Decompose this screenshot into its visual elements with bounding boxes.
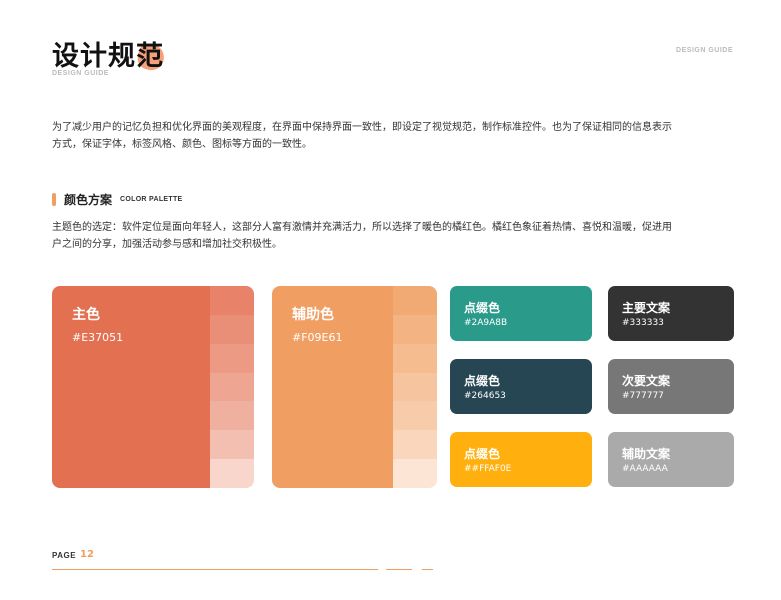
accent-color-hex: #264653 [464, 391, 506, 401]
text-color-name: 主要文案 [622, 301, 671, 315]
tint-swatch [210, 430, 254, 460]
text-color-card: 辅助文案 #AAAAAA [608, 432, 734, 487]
accent-color-card: 点缀色 #2A9A8B [450, 286, 592, 341]
tint-swatch [393, 372, 437, 402]
tint-swatch [393, 343, 437, 373]
section-description: 主题色的选定：软件定位是面向年轻人，这部分人富有激情并充满活力，所以选择了暖色的… [52, 222, 672, 250]
tint-swatch [210, 286, 254, 315]
section-title: 颜色方案 [64, 192, 113, 207]
accent-color-hex: ##FFAF0E [464, 464, 512, 474]
section-accent-bar [52, 192, 56, 206]
tint-swatch [210, 343, 254, 373]
corner-label: DESIGN GUIDE [676, 47, 733, 54]
tint-swatch [393, 314, 437, 344]
text-color-hex: #333333 [622, 318, 664, 328]
tint-swatch [393, 430, 437, 460]
tint-swatch [210, 314, 254, 344]
tint-swatch [210, 459, 254, 488]
tint-swatch [210, 401, 254, 431]
page-subtitle: DESIGN GUIDE [52, 70, 109, 77]
primary-tint-strip [210, 286, 254, 488]
section-title-en: COLOR PALETTE [120, 195, 183, 203]
text-color-name: 辅助文案 [622, 447, 671, 461]
primary-color-card: 主色 #E37051 [52, 286, 254, 488]
page-label: PAGE [52, 551, 77, 560]
text-color-name: 次要文案 [622, 374, 671, 388]
secondary-tint-strip [393, 286, 437, 488]
secondary-color-name: 辅助色 [292, 307, 334, 323]
text-color-card: 主要文案 #333333 [608, 286, 734, 341]
footer-divider [52, 569, 378, 570]
page-title: 设计规范 [52, 41, 164, 72]
tint-swatch [210, 372, 254, 402]
accent-color-name: 点缀色 [464, 301, 501, 315]
accent-color-card: 点缀色 #264653 [450, 359, 592, 414]
secondary-color-card: 辅助色 #F09E61 [272, 286, 437, 488]
footer-divider [422, 569, 433, 570]
accent-color-name: 点缀色 [464, 447, 501, 461]
tint-swatch [393, 459, 437, 488]
page-number: 12 [80, 549, 94, 560]
footer-divider [386, 569, 412, 570]
intro-paragraph: 为了减少用户的记忆负担和优化界面的美观程度，在界面中保持界面一致性，即设定了视觉… [52, 122, 672, 150]
primary-color-hex: #E37051 [72, 331, 124, 344]
primary-color-name: 主色 [72, 307, 100, 323]
tint-swatch [393, 401, 437, 431]
accent-color-card: 点缀色 ##FFAF0E [450, 432, 592, 487]
text-color-card: 次要文案 #777777 [608, 359, 734, 414]
text-color-hex: #AAAAAA [622, 464, 668, 474]
accent-color-hex: #2A9A8B [464, 318, 508, 328]
accent-color-name: 点缀色 [464, 374, 501, 388]
secondary-color-hex: #F09E61 [292, 331, 343, 344]
section-heading: 颜色方案 COLOR PALETTE [52, 192, 183, 207]
text-color-hex: #777777 [622, 391, 664, 401]
tint-swatch [393, 286, 437, 315]
